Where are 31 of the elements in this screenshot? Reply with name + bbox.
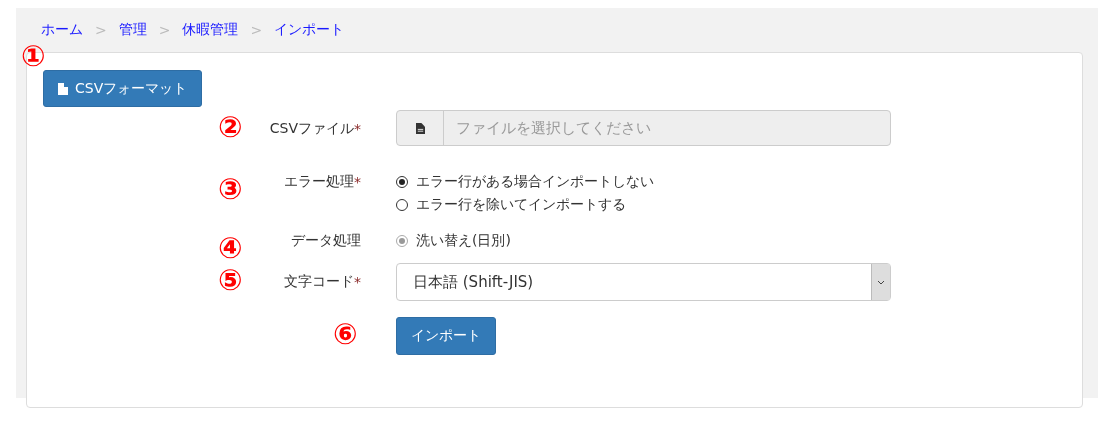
- csv-format-button[interactable]: CSVフォーマット: [43, 70, 203, 107]
- radio-label: エラー行を除いてインポートする: [416, 196, 626, 214]
- encoding-select[interactable]: 日本語 (Shift-JIS): [396, 263, 891, 301]
- radio-button[interactable]: [396, 199, 408, 211]
- field-label: 文字コード: [284, 273, 354, 291]
- breadcrumb-link[interactable]: インポート: [274, 21, 345, 39]
- annotation-number: ⑤: [218, 266, 243, 295]
- field-label: CSVファイル: [269, 120, 354, 138]
- import-button[interactable]: インポート: [396, 317, 496, 355]
- required-mark: *: [354, 174, 361, 190]
- caret-icon: [877, 279, 885, 285]
- document-icon: [58, 82, 68, 95]
- radio-label: 洗い替え(日別): [416, 232, 511, 250]
- breadcrumb-separator: >: [158, 22, 171, 38]
- breadcrumb-link[interactable]: 休暇管理: [182, 21, 239, 39]
- annotation-number: ③: [218, 175, 243, 204]
- breadcrumb-separator: >: [95, 22, 107, 38]
- breadcrumb-link[interactable]: 管理: [118, 21, 147, 39]
- annotation-number: ⑥: [333, 320, 358, 349]
- breadcrumb-separator: >: [250, 22, 263, 38]
- radio-button[interactable]: [396, 176, 408, 188]
- document-icon: [415, 122, 425, 134]
- required-mark: *: [354, 274, 361, 290]
- breadcrumb-link[interactable]: ホーム: [41, 21, 83, 39]
- field-label: データ処理: [291, 232, 361, 250]
- annotation-number: ④: [218, 234, 243, 263]
- annotation-number: ②: [218, 113, 243, 142]
- radio-label: エラー行がある場合インポートしない: [416, 173, 654, 191]
- required-mark: *: [354, 121, 361, 137]
- field-label: エラー処理: [284, 173, 354, 191]
- annotation-number: ①: [21, 42, 46, 71]
